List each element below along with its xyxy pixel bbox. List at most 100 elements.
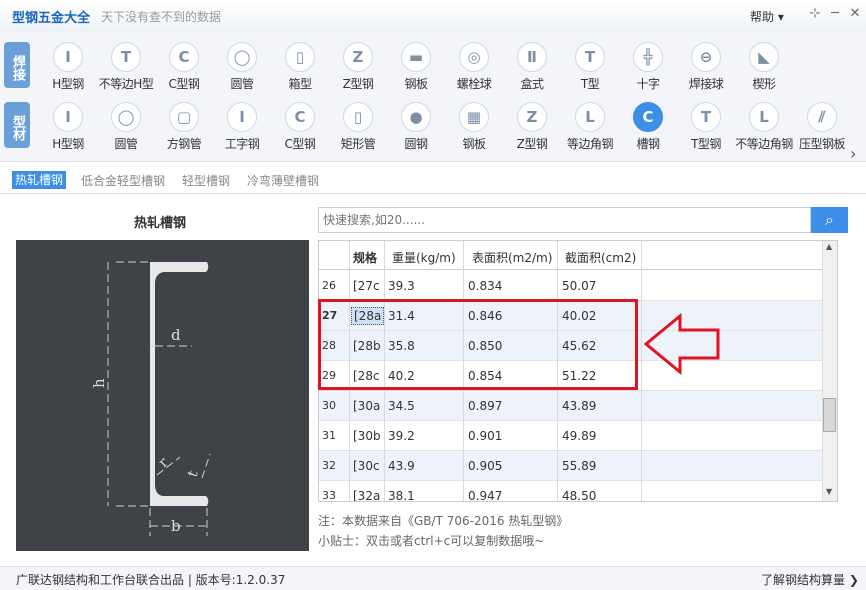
subtab-hot-rolled[interactable]: 热轧槽钢 [12,171,67,189]
cell-surface-area[interactable]: 0.947 [468,489,502,501]
scroll-up-icon[interactable]: ▲ [826,242,832,251]
app-slogan: 天下没有查不到的数据 [101,10,222,24]
status-bar: 广联达钢结构和工作台联合出品 | 版本号:1.2.0.37 了解钢结构算量 ❯ [0,566,866,590]
tool-profile-square-tube[interactable]: ▢ 方钢管 [155,98,213,152]
tool-label: H型钢 [52,137,84,151]
tool-weld-wedge[interactable]: ◣ 楔形 [735,38,793,92]
table-row[interactable]: 26 [27c 39.3 0.834 50.07 [319,271,823,301]
tool-label: 槽钢 [636,137,660,151]
table-row[interactable]: 31 [30b 39.2 0.901 49.89 [319,421,823,451]
tool-label: C型钢 [168,77,200,91]
tool-profile-profiled-sheet[interactable]: ⫽ 压型钢板 [793,98,851,152]
column-header-surface-area[interactable]: 表面积(m2/m) [472,249,552,266]
table-row[interactable]: 30 [30a 34.5 0.897 43.89 [319,391,823,421]
subtab-low-alloy[interactable]: 低合金轻型槽钢 [81,172,165,189]
tool-profile-t-steel[interactable]: T T型钢 [677,98,735,152]
tool-label: 楔形 [752,77,776,91]
plate-icon: ▦ [459,102,489,132]
category-tab-profile[interactable]: 型材 [4,102,30,148]
tool-weld-round-pipe[interactable]: ◯ 圆管 [213,38,271,92]
cell-spec[interactable]: [30b [353,429,381,443]
scrollbar-thumb[interactable] [823,398,836,432]
cell-weight[interactable]: 39.3 [388,279,415,293]
cell-section-area[interactable]: 55.89 [562,459,596,473]
tool-profile-unequal-angle[interactable]: L 不等边角钢 [735,98,793,152]
footer-credits: 广联达钢结构和工作台联合出品 | 版本号:1.2.0.37 [16,573,286,587]
column-header-weight[interactable]: 重量(kg/m) [392,249,456,266]
tool-profile-h-beam[interactable]: I H型钢 [39,98,97,152]
cell-spec[interactable]: [30c [353,459,380,473]
tool-weld-bolt-ball[interactable]: ◎ 螺栓球 [445,38,503,92]
dimension-label-b: b [171,517,181,535]
learn-more-link[interactable]: 了解钢结构算量 ❯ [761,571,859,588]
cell-weight[interactable]: 34.5 [388,399,415,413]
tool-profile-round-bar[interactable]: ● 圆钢 [387,98,445,152]
tool-weld-h-beam[interactable]: I H型钢 [39,38,97,92]
tool-profile-c-steel[interactable]: C C型钢 [271,98,329,152]
round-bar-icon: ● [401,102,431,132]
cell-surface-area[interactable]: 0.897 [468,399,502,413]
tool-profile-equal-angle[interactable]: L 等边角钢 [561,98,619,152]
help-menu[interactable]: 帮助 ▾ [750,8,784,25]
column-header-spec[interactable]: 规格 [353,249,377,266]
cell-section-area[interactable]: 49.89 [562,429,596,443]
minimize-icon[interactable]: ─ [827,6,843,22]
table-scrollbar[interactable]: ▲ ▼ [822,241,837,501]
cell-weight[interactable]: 43.9 [388,459,415,473]
tool-profile-plate[interactable]: ▦ 钢板 [445,98,503,152]
subtab-light[interactable]: 轻型槽钢 [182,172,230,189]
chevron-down-icon: ▾ [777,10,784,24]
cell-surface-area[interactable]: 0.834 [468,279,502,293]
search-input[interactable] [318,207,811,233]
c-section-icon: C [169,42,199,72]
row-number: 30 [322,399,336,412]
table-row[interactable]: 32 [30c 43.9 0.905 55.89 [319,451,823,481]
cell-section-area[interactable]: 50.07 [562,279,596,293]
t-beam-icon: T [111,42,141,72]
cell-surface-area[interactable]: 0.901 [468,429,502,443]
tool-profile-rect-tube[interactable]: ▯ 矩形管 [329,98,387,152]
tool-weld-box-type[interactable]: Ⅱ 盒式 [503,38,561,92]
tool-profile-i-beam[interactable]: I 工字钢 [213,98,271,152]
weld-ball-icon: ⊖ [691,42,721,72]
box-section-icon: ▯ [285,42,315,72]
table-header: 规格 重量(kg/m) 表面积(m2/m) 截面积(cm2) [319,241,837,270]
cell-section-area[interactable]: 43.89 [562,399,596,413]
tool-weld-unequal-h[interactable]: T 不等边H型 [97,38,155,92]
tool-weld-z-steel[interactable]: Z Z型钢 [329,38,387,92]
search-button[interactable]: ⌕ [811,207,848,233]
tool-profile-channel[interactable]: C 槽钢 [619,98,677,152]
copy-tip: 小贴士：双击或者ctrl+c可以复制数据哦~ [318,534,545,548]
cross-section-icon: ╬ [633,42,663,72]
cell-spec[interactable]: [27c [353,279,380,293]
category-tab-weld[interactable]: 焊接 [4,42,30,88]
close-icon[interactable]: ✕ [847,6,863,22]
cell-section-area[interactable]: 48.50 [562,489,596,501]
column-header-section-area[interactable]: 截面积(cm2) [565,249,636,266]
tool-label: 工字钢 [224,137,260,151]
tool-weld-plate[interactable]: ▬ 钢板 [387,38,445,92]
cell-spec[interactable]: [30a [353,399,380,413]
cell-surface-area[interactable]: 0.905 [468,459,502,473]
tool-label: H型钢 [52,77,84,91]
table-row[interactable]: 33 [32a 38.1 0.947 48.50 [319,481,823,501]
tool-profile-round-pipe[interactable]: ◯ 圆管 [97,98,155,152]
angle-icon: L [749,102,779,132]
cell-weight[interactable]: 38.1 [388,489,415,501]
scroll-down-icon[interactable]: ▼ [826,487,832,496]
channel-section-shape [150,262,209,506]
chevron-right-icon[interactable]: › [850,144,856,163]
tool-weld-t-type[interactable]: T T型 [561,38,619,92]
tool-weld-weld-ball[interactable]: ⊖ 焊接球 [677,38,735,92]
tool-weld-box[interactable]: ▯ 箱型 [271,38,329,92]
cell-spec[interactable]: [32a [353,489,380,501]
tool-label: T型 [580,77,600,91]
pin-icon[interactable]: ⊹ [807,6,823,22]
tool-weld-cross[interactable]: ╬ 十字 [619,38,677,92]
subtab-cold-formed[interactable]: 冷弯薄壁槽钢 [247,172,319,189]
tool-weld-c-steel[interactable]: C C型钢 [155,38,213,92]
tool-label: 螺栓球 [456,77,492,91]
cell-weight[interactable]: 39.2 [388,429,415,443]
tool-profile-z-steel[interactable]: Z Z型钢 [503,98,561,152]
ring-icon: ◯ [227,42,257,72]
